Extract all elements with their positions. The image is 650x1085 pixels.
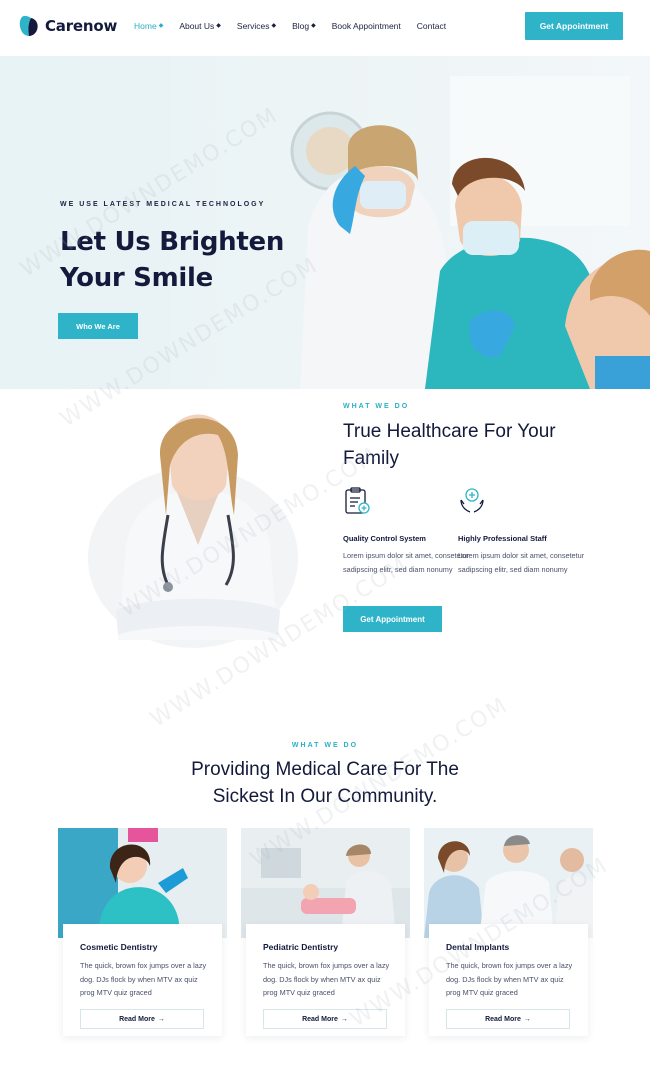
hero-eyebrow: WE USE LATEST MEDICAL TECHNOLOGY (60, 201, 266, 208)
menu-label: Home (134, 21, 157, 31)
menu-item-home[interactable]: Home ◆ (134, 21, 163, 31)
menu-item-book-appointment[interactable]: Book Appointment (332, 21, 401, 31)
cosmetic-dentistry-photo (58, 828, 227, 938)
main-menu: Home ◆ About Us ◆ Services ◆ Blog ◆ Book App… (134, 21, 462, 31)
read-more-button[interactable]: Read More → (446, 1009, 570, 1029)
menu-label: Blog (292, 21, 310, 31)
get-appointment-button[interactable]: Get Appointment (525, 12, 623, 40)
menu-label: Book Appointment (331, 21, 401, 31)
about-title: True Healthcare For Your Family (343, 421, 556, 469)
dental-implants-photo (424, 828, 593, 938)
menu-label: Services (236, 21, 270, 31)
feature-quality-control: Quality Control System Lorem ipsum dolor… (343, 486, 473, 576)
chevron-down-icon: ◆ (271, 23, 277, 29)
card-title: Cosmetic Dentistry (80, 942, 158, 952)
read-more-label: Read More (485, 1015, 521, 1023)
read-more-label: Read More (119, 1015, 155, 1023)
doctor-photo (116, 414, 280, 640)
about-eyebrow: WHAT WE DO (343, 403, 410, 410)
services-eyebrow: WHAT WE DO (291, 742, 359, 749)
chevron-down-icon: ◆ (158, 23, 164, 29)
feature-title: Quality Control System (343, 534, 426, 543)
arrow-right-icon: → (340, 1015, 348, 1023)
menu-item-blog[interactable]: Blog ◆ (292, 21, 316, 31)
menu-label: Contact (416, 21, 447, 31)
card-title: Dental Implants (446, 942, 510, 952)
hero-title: Let Us Brighten Your Smile (60, 227, 285, 293)
who-we-are-button[interactable]: Who We Are (58, 313, 138, 339)
read-more-label: Read More (302, 1015, 338, 1023)
arrow-right-icon: → (523, 1015, 531, 1023)
card-text: The quick, brown fox jumps over a lazy d… (80, 961, 207, 997)
services-title-text: Providing Medical Care For The Sickest I… (191, 759, 459, 807)
get-appointment-button-about[interactable]: Get Appointment (343, 606, 442, 632)
feature-text: Lorem ipsum dolor sit amet, consetetur s… (343, 551, 470, 574)
feature-title: Highly Professional Staff (458, 534, 547, 543)
card-text: The quick, brown fox jumps over a lazy d… (263, 961, 390, 997)
logo[interactable]: Carenow (18, 14, 117, 38)
menu-label: About Us (179, 21, 215, 31)
pediatric-dentistry-photo (241, 828, 410, 938)
menu-item-contact[interactable]: Contact (417, 21, 446, 31)
card-title: Pediatric Dentistry (263, 942, 339, 952)
service-card-pediatric[interactable] (241, 828, 410, 1038)
logo-text: Carenow (45, 17, 118, 35)
feature-text: Lorem ipsum dolor sit amet, consetetur s… (458, 551, 585, 574)
chevron-down-icon: ◆ (311, 23, 316, 29)
chevron-down-icon: ◆ (216, 23, 221, 29)
read-more-button[interactable]: Read More → (80, 1009, 204, 1029)
arrow-right-icon: → (157, 1015, 165, 1023)
header-nav: Carenow Home ◆ About Us ◆ Services ◆ Blog ◆ … (0, 0, 650, 56)
menu-item-services[interactable]: Services ◆ (237, 21, 276, 31)
read-more-button[interactable]: Read More → (263, 1009, 387, 1029)
service-card-implants[interactable] (424, 828, 593, 1038)
care-hands-icon (460, 488, 484, 513)
clipboard-icon (345, 487, 370, 514)
hero-dentists-photo (170, 56, 650, 389)
feature-professional-staff: Highly Professional Staff Lorem ipsum do… (458, 486, 588, 576)
tooth-leaf-icon (19, 15, 38, 36)
service-card-cosmetic[interactable] (58, 828, 227, 1038)
card-text: The quick, brown fox jumps over a lazy d… (446, 961, 573, 997)
services-title: Providing Medical Care For The Sickest I… (0, 756, 650, 810)
menu-item-about[interactable]: About Us ◆ (179, 21, 221, 31)
hero-section: WE USE LATEST MEDICAL TECHNOLOGY Let Us … (0, 56, 650, 389)
